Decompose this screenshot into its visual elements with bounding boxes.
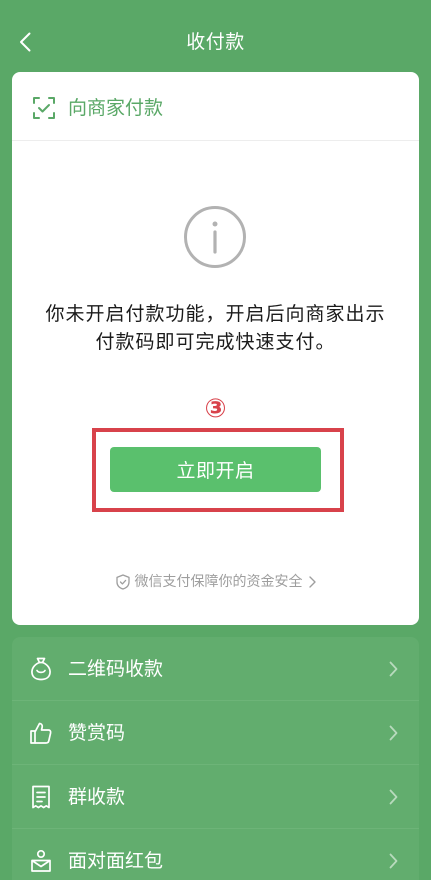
card-header-label: 向商家付款: [68, 97, 164, 119]
menu-item-qr-collect[interactable]: 二维码收款: [12, 637, 419, 701]
menu-item-reward-code[interactable]: 赞赏码: [12, 701, 419, 765]
enable-now-button[interactable]: 立即开启: [110, 447, 321, 492]
nav-bar: 收付款: [0, 0, 431, 64]
chevron-right-icon: [389, 853, 398, 869]
card-divider: [12, 140, 419, 141]
menu-item-content: 赞赏码: [28, 720, 419, 746]
card-header: 向商家付款: [32, 96, 163, 120]
security-note-text: 微信支付保障你的资金安全: [134, 574, 303, 590]
receipt-icon: [32, 785, 50, 809]
red-packet-icon: [31, 849, 51, 872]
scan-frame-icon: [33, 97, 55, 119]
menu-item-label: 群收款: [68, 786, 126, 808]
thumbs-up-icon: [30, 722, 52, 744]
step-marker: ③: [204, 394, 227, 424]
menu-item-content: 面对面红包: [28, 848, 419, 874]
info-circle-icon: [184, 206, 246, 268]
message-line: 付款码即可完成快速支付。: [95, 331, 336, 353]
pay-merchant-card: 向商家付款 你未开启付款功能，开启后向商家出示 付款码即可完成快速支付。 ③ 立…: [12, 72, 419, 625]
message-line: 你未开启付款功能，开启后向商家出示: [45, 303, 386, 325]
menu-item-label: 面对面红包: [68, 850, 164, 872]
menu-item-label: 二维码收款: [68, 658, 164, 680]
menu-item-content: 二维码收款: [28, 656, 419, 682]
chevron-right-icon: [389, 661, 398, 677]
menu-item-content: 群收款: [28, 784, 419, 810]
menu-item-group-collect[interactable]: 群收款: [12, 765, 419, 829]
money-bag-icon: [31, 657, 51, 681]
menu-item-label: 赞赏码: [68, 722, 126, 744]
payment-disabled-message: 你未开启付款功能，开启后向商家出示 付款码即可完成快速支付。: [12, 300, 419, 356]
chevron-right-icon: [308, 576, 316, 588]
page-title: 收付款: [186, 31, 245, 53]
chevron-right-icon: [389, 789, 398, 805]
security-note-link[interactable]: 微信支付保障你的资金安全: [12, 571, 419, 593]
chevron-right-icon: [389, 725, 398, 741]
shield-icon: [115, 574, 130, 590]
payment-menu: 二维码收款 赞赏码 群收款 面对面红包: [12, 637, 419, 880]
menu-item-face-to-face-packet[interactable]: 面对面红包: [12, 829, 419, 880]
